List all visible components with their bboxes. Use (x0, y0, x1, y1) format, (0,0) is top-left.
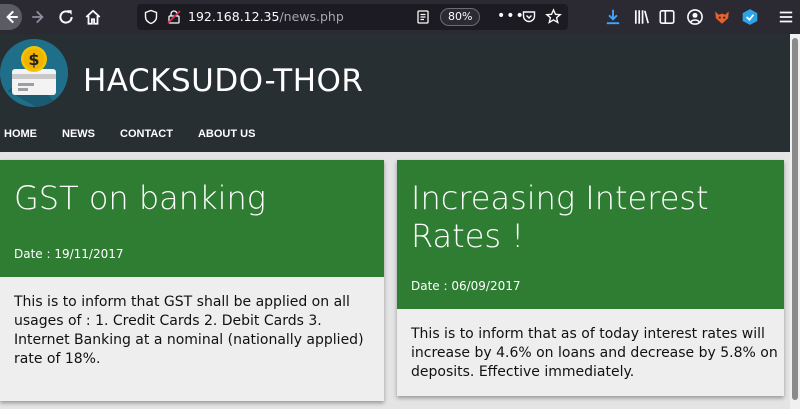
address-bar[interactable]: 192.168.12.35/news.php 80% ••• (137, 4, 568, 30)
nav-news[interactable]: NEWS (62, 126, 95, 142)
money-card-icon[interactable]: $ (0, 39, 68, 107)
card-date: Date : 06/09/2017 (411, 279, 521, 293)
browser-toolbar: 192.168.12.35/news.php 80% ••• (0, 0, 800, 34)
home-button[interactable] (81, 5, 105, 29)
nav-about-us[interactable]: ABOUT US (198, 126, 255, 142)
svg-text:$: $ (28, 50, 39, 69)
nav-contact[interactable]: CONTACT (120, 126, 173, 142)
forward-arrow-icon (32, 10, 44, 24)
reader-view-icon[interactable] (415, 9, 431, 25)
main-nav: HOME NEWS CONTACT ABOUT US (0, 126, 276, 142)
extension-cube-icon[interactable] (741, 8, 759, 26)
scrollbar-thumb[interactable] (792, 38, 798, 400)
card-date: Date : 19/11/2017 (14, 247, 124, 261)
url-path: /news.php (279, 9, 344, 24)
foxyproxy-icon[interactable] (713, 8, 731, 26)
sidebar-icon[interactable] (658, 8, 676, 26)
card-title: GST on banking (14, 179, 266, 217)
news-card: GST on banking Date : 19/11/2017 This is… (0, 160, 384, 401)
forward-button[interactable] (27, 5, 51, 29)
card-body: This is to inform that as of today inter… (411, 326, 778, 380)
card-body: This is to inform that GST shall be appl… (14, 294, 364, 367)
reload-button[interactable] (54, 5, 78, 29)
home-icon (85, 9, 101, 25)
url-host: 192.168.12.35 (188, 9, 280, 24)
page-scrollbar[interactable] (790, 34, 800, 409)
zoom-indicator[interactable]: 80% (440, 8, 481, 26)
hamburger-menu-icon[interactable] (777, 8, 795, 26)
back-button[interactable] (0, 4, 22, 30)
card-title: Increasing Interest Rates ! (411, 179, 709, 255)
url-text[interactable]: 192.168.12.35/news.php (188, 9, 344, 25)
card-header: GST on banking Date : 19/11/2017 (0, 160, 384, 277)
back-arrow-icon (6, 10, 18, 24)
card-header: Increasing Interest Rates ! Date : 06/09… (397, 160, 784, 309)
downloads-icon[interactable] (604, 8, 622, 26)
nav-home[interactable]: HOME (4, 126, 37, 142)
pocket-icon[interactable] (521, 9, 537, 25)
bookmark-star-icon[interactable] (545, 8, 562, 25)
account-icon[interactable] (686, 8, 704, 26)
reload-icon (59, 10, 73, 24)
insecure-lock-icon[interactable] (166, 9, 182, 25)
site-title: HACKSUDO-THOR (83, 63, 364, 99)
library-icon[interactable] (633, 8, 651, 26)
news-card: Increasing Interest Rates ! Date : 06/09… (397, 160, 784, 396)
tracking-shield-icon[interactable] (143, 9, 159, 25)
site-header: $ HACKSUDO-THOR HOME NEWS CONTACT ABOUT … (0, 34, 790, 152)
